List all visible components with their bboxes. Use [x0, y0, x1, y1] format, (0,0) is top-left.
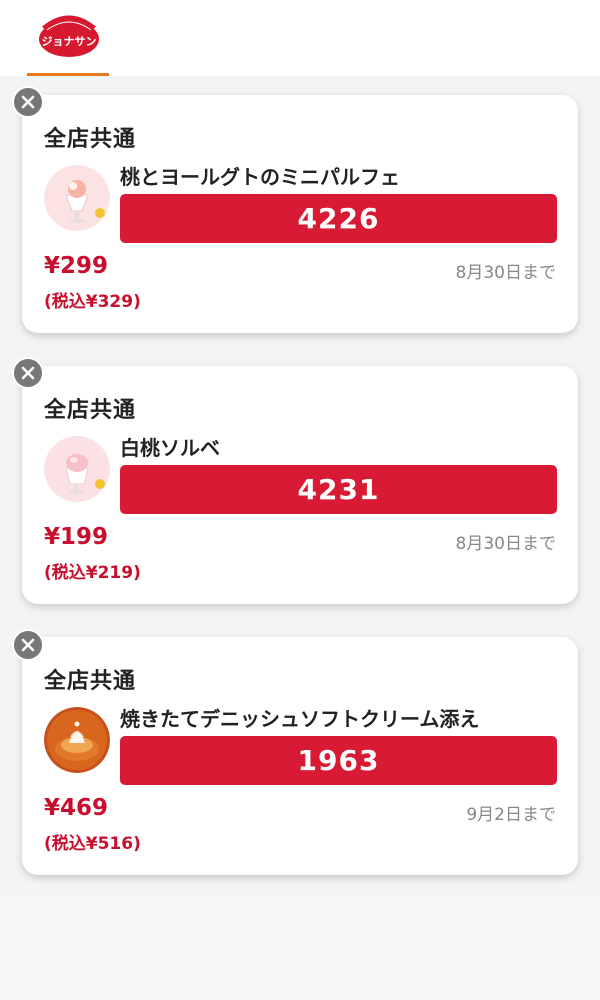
- close-icon: [21, 95, 35, 109]
- item-name: 焼きたてデニッシュソフトクリーム添え: [120, 707, 480, 731]
- price-tax-included: (税込¥516): [44, 834, 141, 854]
- close-coupon-button[interactable]: [12, 86, 44, 118]
- store-label: 全店共通: [44, 127, 137, 152]
- store-label: 全店共通: [44, 398, 137, 423]
- white-peach-sorbet-image: [44, 436, 110, 502]
- coupon-card[interactable]: 全店共通 焼きたてデニッシュソフトクリーム添え 1963 ¥469 (税込¥51…: [22, 637, 578, 875]
- coupon-code-button[interactable]: 4226: [120, 194, 557, 243]
- coupon-card[interactable]: 全店共通 桃とヨールグトのミニパルフェ 4226 ¥299 (税込¥329) 8…: [22, 95, 578, 333]
- coupon-code-button[interactable]: 4231: [120, 465, 557, 514]
- price: ¥299: [44, 253, 109, 279]
- logo-text: ジョナサン: [42, 35, 97, 48]
- price-tax-included: (税込¥219): [44, 563, 141, 583]
- bottom-blank-area: [0, 896, 600, 1000]
- close-coupon-button[interactable]: [12, 357, 44, 389]
- store-label: 全店共通: [44, 669, 137, 694]
- peach-parfait-image: [44, 165, 110, 231]
- coupon-card[interactable]: 全店共通 白桃ソルベ 4231 ¥199 (税込¥219) 8月30日まで: [22, 366, 578, 604]
- price: ¥469: [44, 795, 109, 821]
- close-icon: [21, 366, 35, 380]
- close-coupon-button[interactable]: [12, 629, 44, 661]
- jonathan-logo[interactable]: ジョナサン: [37, 14, 101, 60]
- app-header: ジョナサン: [0, 0, 600, 76]
- item-name: 白桃ソルベ: [120, 436, 220, 460]
- close-icon: [21, 638, 35, 652]
- coupon-code-button[interactable]: 1963: [120, 736, 557, 785]
- item-name: 桃とヨールグトのミニパルフェ: [120, 165, 400, 189]
- expiry-date: 8月30日まで: [455, 263, 556, 283]
- price: ¥199: [44, 524, 109, 550]
- expiry-date: 9月2日まで: [466, 805, 556, 825]
- danish-softcream-image: [44, 707, 110, 773]
- price-tax-included: (税込¥329): [44, 292, 141, 312]
- expiry-date: 8月30日まで: [455, 534, 556, 554]
